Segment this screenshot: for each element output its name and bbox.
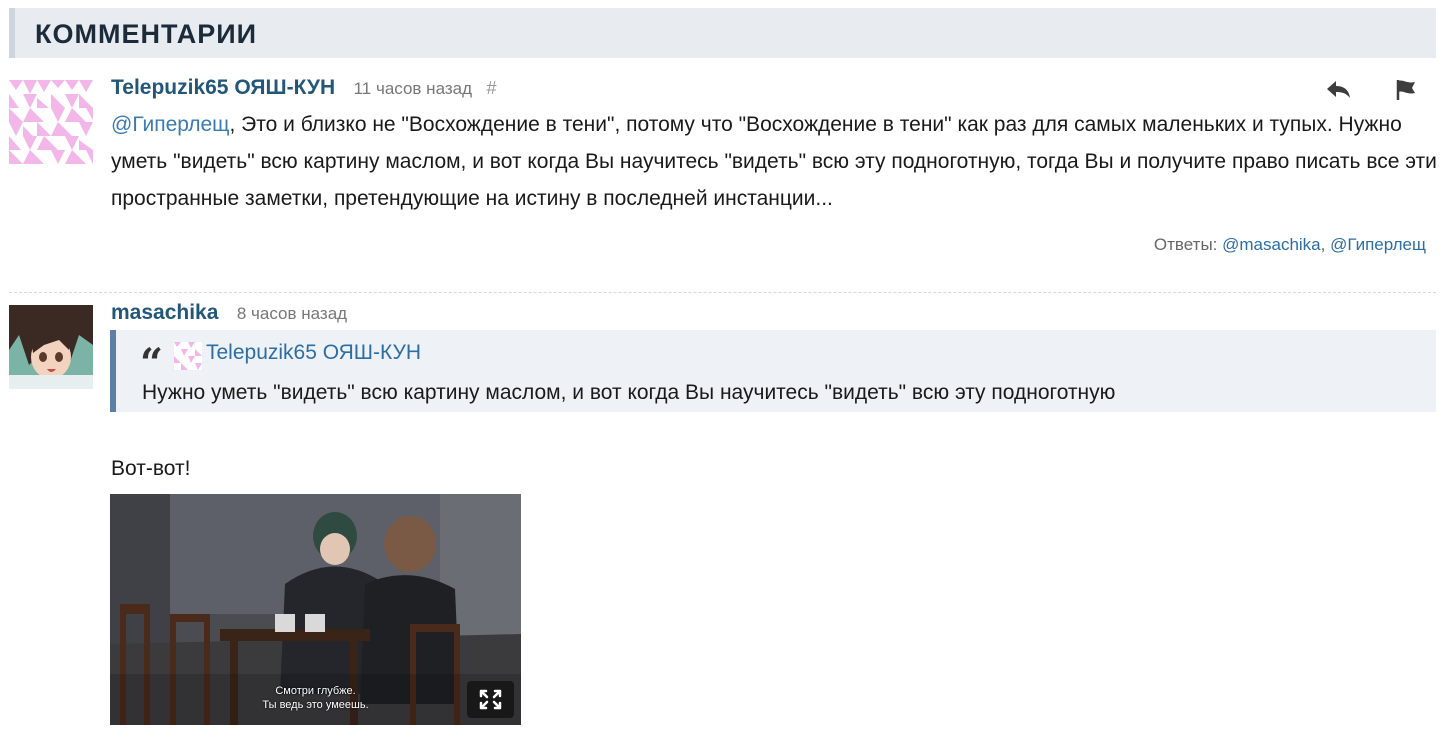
avatar[interactable]	[9, 305, 93, 389]
permalink-link[interactable]: #	[486, 78, 496, 98]
mention-link[interactable]: @Гиперлещ	[111, 113, 229, 136]
avatar[interactable]	[9, 80, 93, 164]
comment-header: Telepuzik65 ОЯШ-КУН 11 часов назад #	[111, 76, 496, 100]
video-subtitle: Смотри глубже. Ты ведь это умеешь.	[110, 684, 521, 712]
comment-time[interactable]: 11 часов назад	[354, 79, 472, 98]
comments-header: КОММЕНТАРИИ	[9, 8, 1436, 58]
expand-button[interactable]	[467, 681, 514, 718]
quote-mark-icon: “	[140, 340, 164, 387]
answer-link[interactable]: @masachika	[1222, 235, 1321, 254]
comment-divider	[9, 292, 1436, 293]
answer-link[interactable]: @Гиперлещ	[1330, 235, 1426, 254]
comment-header: masachika 8 часов назад	[111, 301, 347, 325]
subtitle-line: Смотри глубже.	[275, 685, 356, 697]
comment-text: Вот-вот!	[111, 457, 191, 480]
comment-body: @Гиперлещ, Это и близко не "Восхождение …	[111, 106, 1441, 217]
author-link[interactable]: masachika	[111, 301, 218, 324]
flag-icon[interactable]	[1394, 78, 1418, 102]
answers-separator: ,	[1320, 235, 1331, 254]
comment-time[interactable]: 8 часов назад	[237, 304, 347, 323]
reply-icon[interactable]	[1326, 78, 1352, 100]
quote-text: Нужно уметь "видеть" всю картину маслом,…	[142, 381, 1116, 404]
answers-line: Ответы: @masachika, @Гиперлещ	[1154, 235, 1426, 255]
comment-image[interactable]: Смотри глубже. Ты ведь это умеешь.	[110, 494, 521, 725]
comment-text: , Это и близко не "Восхождение в тени", …	[111, 113, 1437, 210]
answers-label: Ответы:	[1153, 235, 1218, 254]
quote-author-link[interactable]: Telepuzik65 ОЯШ-КУН	[206, 341, 421, 365]
anime-avatar-image	[9, 305, 93, 389]
subtitle-line: Ты ведь это умеешь.	[262, 699, 369, 711]
quote-block: “ Telepuzik65 ОЯШ-КУН Нужно уметь "видет…	[110, 330, 1436, 412]
quote-avatar	[174, 342, 202, 370]
expand-icon	[479, 689, 502, 710]
author-link[interactable]: Telepuzik65 ОЯШ-КУН	[111, 76, 335, 99]
section-title: КОММЕНТАРИИ	[35, 19, 258, 49]
